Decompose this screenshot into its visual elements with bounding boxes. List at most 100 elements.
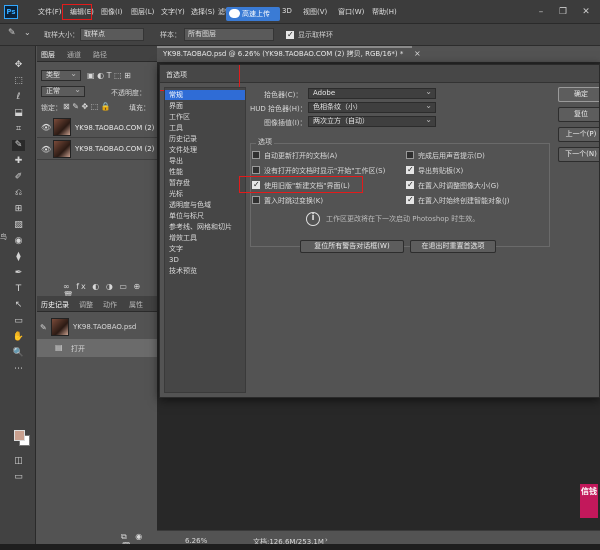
close-tab-icon[interactable]: × — [414, 49, 421, 58]
ok-button[interactable]: 确定 — [558, 87, 599, 102]
layer-row[interactable]: 👁 YK98.TAOBAO.COM (2) 拷贝 — [37, 116, 157, 138]
document-tab[interactable]: YK98.TAOBAO.psd @ 6.26% (YK98.TAOBAO.COM… — [157, 46, 412, 62]
quick-mask-icon[interactable]: ◫ — [12, 456, 25, 467]
category-units-rulers[interactable]: 单位与标尺 — [169, 211, 243, 221]
eye-icon[interactable]: 👁 — [41, 145, 51, 154]
checkbox[interactable] — [406, 180, 414, 189]
menu-image[interactable]: 图像(I) — [101, 7, 123, 17]
checkbox[interactable] — [252, 196, 260, 204]
reset-on-quit-button[interactable]: 在退出时重置首选项 — [410, 240, 496, 253]
menu-3d[interactable]: 3D — [282, 7, 292, 15]
tab-properties[interactable]: 属性 — [129, 300, 143, 310]
tab-adjustments[interactable]: 调整 — [79, 300, 93, 310]
history-brush-tool-icon[interactable]: ⎌ — [12, 188, 25, 199]
eraser-tool-icon[interactable]: ▨ — [12, 220, 25, 231]
restore-icon[interactable]: ❐ — [554, 6, 572, 18]
category-cursors[interactable]: 光标 — [169, 189, 243, 199]
menu-select[interactable]: 选择(S) — [191, 7, 215, 17]
tab-history[interactable]: 历史记录 — [41, 300, 69, 310]
path-select-tool-icon[interactable]: ↖ — [12, 300, 25, 311]
move-tool-icon[interactable]: ✥ — [12, 60, 25, 71]
category-general[interactable]: 常规 — [165, 90, 245, 100]
tab-paths[interactable]: 路径 — [93, 50, 107, 60]
sample-size-select[interactable]: 取样点 — [80, 28, 144, 41]
photoshop-logo-icon: Ps — [4, 5, 18, 19]
option-label: 导出剪贴板(X) — [418, 167, 464, 175]
blend-mode-select[interactable]: 正常 — [41, 85, 85, 97]
chevron-down-icon[interactable]: ⌄ — [24, 28, 31, 37]
menu-view[interactable]: 视图(V) — [303, 7, 327, 17]
category-tech-preview[interactable]: 技术预览 — [169, 266, 243, 276]
color-picker-select[interactable]: Adobe — [308, 87, 436, 99]
cloud-upload-badge[interactable]: 高速上传 — [226, 7, 280, 21]
gradient-tool-icon[interactable]: ◉ — [12, 236, 25, 247]
minimize-icon[interactable]: – — [532, 6, 550, 18]
checkbox[interactable] — [406, 151, 414, 159]
filter-icons[interactable]: ▣ ◐ T ⬚ ⊞ — [87, 71, 131, 80]
screen-mode-icon[interactable]: ▭ — [12, 472, 25, 483]
menu-window[interactable]: 窗口(W) — [338, 7, 364, 17]
document-icon: ▤ — [55, 343, 63, 352]
category-transparency[interactable]: 透明度与色域 — [169, 200, 243, 210]
interpolation-select[interactable]: 两次立方（自动） — [308, 115, 436, 127]
healing-tool-icon[interactable]: ✚ — [12, 156, 25, 167]
checkbox[interactable] — [252, 151, 260, 159]
fill-label: 填充： — [129, 104, 150, 112]
category-3d[interactable]: 3D — [169, 255, 243, 265]
category-performance[interactable]: 性能 — [169, 167, 243, 177]
chevron-right-icon[interactable]: › — [325, 536, 328, 544]
pen-tool-icon[interactable]: ✒ — [12, 268, 25, 279]
layer-kind-filter[interactable]: 类型 — [41, 69, 81, 81]
checkbox[interactable] — [406, 165, 414, 174]
tab-layers[interactable]: 图层 — [41, 50, 55, 60]
eyedropper-tool-icon[interactable]: ✎ — [8, 28, 16, 38]
quick-select-tool-icon[interactable]: ⬓ — [12, 108, 25, 119]
menu-help[interactable]: 帮助(H) — [372, 7, 397, 17]
lasso-tool-icon[interactable]: ℓ — [12, 92, 25, 103]
eyedropper-tool-icon[interactable]: ✎ — [12, 140, 25, 151]
category-plugins[interactable]: 增效工具 — [169, 233, 243, 243]
type-tool-icon[interactable]: T — [12, 284, 25, 295]
menu-layer[interactable]: 图层(L) — [131, 7, 154, 17]
reset-warnings-button[interactable]: 复位所有警告对话框(W) — [300, 240, 404, 253]
history-step[interactable]: ▤ 打开 — [37, 339, 157, 357]
dodge-tool-icon[interactable]: ⧫ — [12, 252, 25, 263]
layer-row[interactable]: 👁 YK98.TAOBAO.COM (2) — [37, 138, 157, 160]
checkbox[interactable] — [406, 195, 414, 204]
category-file-handling[interactable]: 文件处理 — [169, 145, 243, 155]
rectangle-tool-icon[interactable]: ▭ — [12, 316, 25, 327]
reset-button[interactable]: 复位 — [558, 107, 599, 122]
category-type[interactable]: 文字 — [169, 244, 243, 254]
next-button[interactable]: 下一个(N) — [558, 147, 599, 162]
crop-tool-icon[interactable]: ⌗ — [12, 124, 25, 135]
zoom-tool-icon[interactable]: 🔍 — [12, 348, 25, 359]
category-export[interactable]: 导出 — [169, 156, 243, 166]
category-interface[interactable]: 界面 — [169, 101, 243, 111]
checkbox[interactable] — [252, 166, 260, 174]
brush-tool-icon[interactable]: ✐ — [12, 172, 25, 183]
category-guides-grid[interactable]: 参考线、网格和切片 — [169, 222, 243, 232]
option-label: 完成后用声音提示(D) — [418, 152, 485, 160]
show-ring-label: 显示取样环 — [298, 31, 333, 39]
menu-type[interactable]: 文字(Y) — [161, 7, 185, 17]
category-tools[interactable]: 工具 — [169, 123, 243, 133]
category-scratch-disks[interactable]: 暂存盘 — [169, 178, 243, 188]
stamp-tool-icon[interactable]: ⊞ — [12, 204, 25, 215]
more-tools-icon[interactable]: ⋯ — [12, 364, 25, 375]
tab-channels[interactable]: 通道 — [67, 50, 81, 60]
menu-file[interactable]: 文件(F) — [38, 7, 62, 17]
lock-icons[interactable]: ⊠ ✎ ✥ ⬚ 🔒 — [63, 102, 111, 111]
prev-button[interactable]: 上一个(P) — [558, 127, 599, 142]
sample-select[interactable]: 所有图层 — [184, 28, 274, 41]
category-workspace[interactable]: 工作区 — [169, 112, 243, 122]
show-ring-checkbox[interactable] — [286, 30, 294, 39]
tab-actions[interactable]: 动作 — [103, 300, 117, 310]
history-snapshot[interactable]: ✎ YK98.TAOBAO.psd — [37, 316, 157, 338]
category-history[interactable]: 历史记录 — [169, 134, 243, 144]
foreground-color-swatch[interactable] — [14, 430, 25, 441]
hand-tool-icon[interactable]: ✋ — [12, 332, 25, 343]
close-icon[interactable]: ✕ — [577, 6, 595, 18]
eye-icon[interactable]: 👁 — [41, 123, 51, 132]
marquee-tool-icon[interactable]: ⬚ — [12, 76, 25, 87]
hud-picker-select[interactable]: 色相条纹（小） — [308, 101, 436, 113]
